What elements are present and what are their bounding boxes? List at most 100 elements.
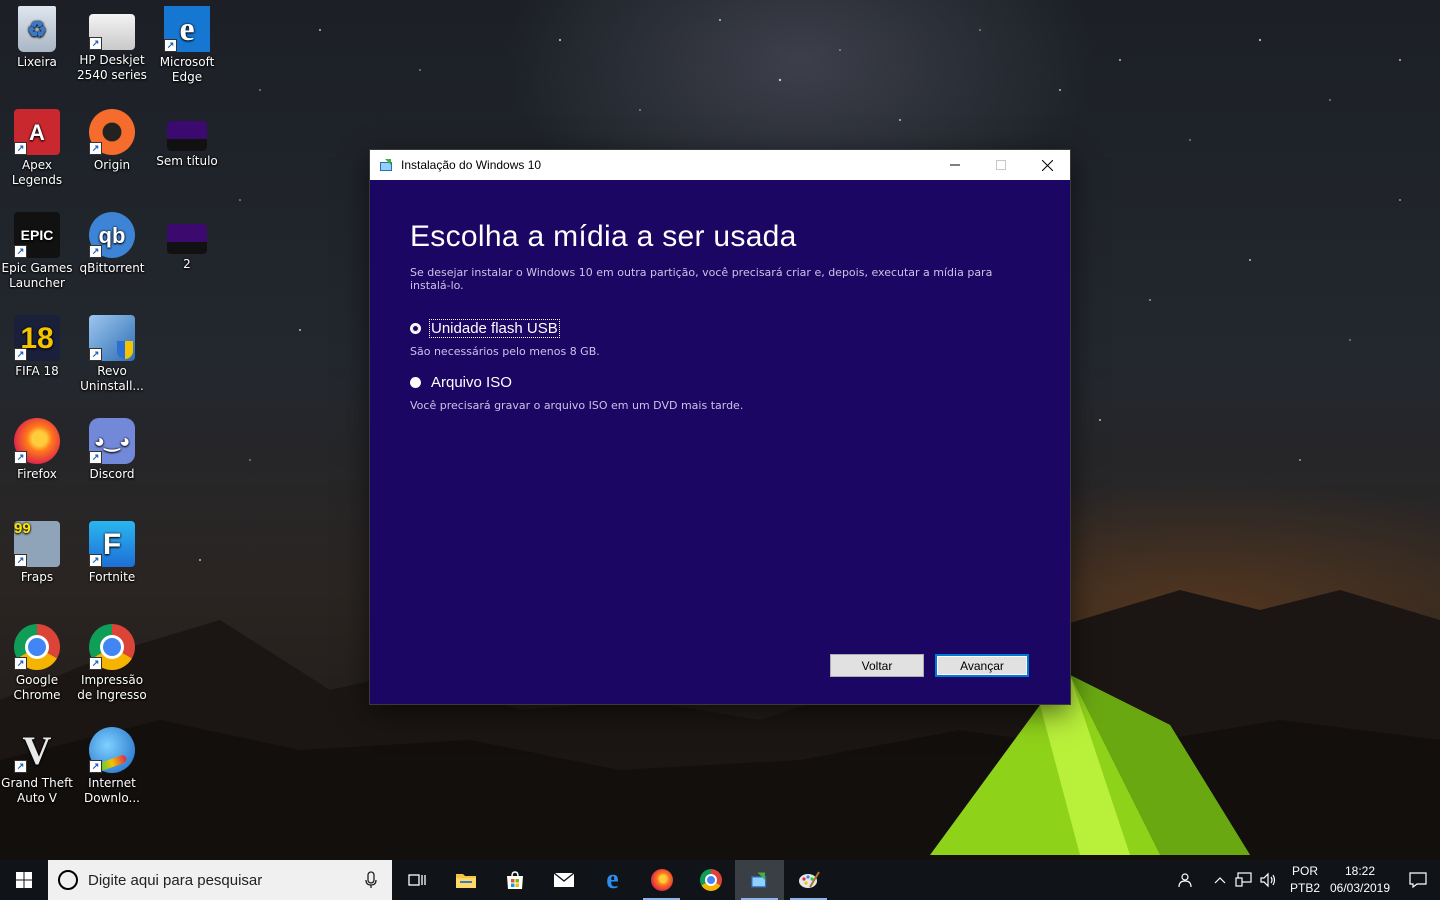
fortnite-icon: F ↗ bbox=[89, 521, 135, 567]
option-iso-description: Você precisará gravar o arquivo ISO em u… bbox=[410, 399, 744, 412]
taskbar-mail[interactable] bbox=[539, 860, 588, 900]
desktop-icon-discord[interactable]: ◕‿◕ ↗ Discord bbox=[75, 412, 149, 512]
desktop-icon-revo-uninstaller[interactable]: ↗ Revo Uninstall... bbox=[75, 309, 149, 409]
window-controls bbox=[932, 150, 1070, 180]
network-button[interactable] bbox=[1232, 860, 1256, 900]
search-placeholder: Digite aqui para pesquisar bbox=[88, 871, 263, 889]
desktop-icon-fifa-18[interactable]: 18 ↗ FIFA 18 bbox=[0, 309, 74, 409]
desktop-icon-gta-v[interactable]: V ↗ Grand Theft Auto V bbox=[0, 721, 74, 821]
dialog-content: Escolha a mídia a ser usada Se desejar i… bbox=[410, 220, 1030, 412]
input-language-indicator[interactable]: POR PTB2 bbox=[1286, 863, 1324, 897]
task-view-button[interactable] bbox=[392, 860, 441, 900]
dialog-titlebar[interactable]: Instalação do Windows 10 bbox=[370, 150, 1070, 180]
network-icon bbox=[1235, 872, 1252, 887]
fraps-icon: 99 ↗ bbox=[14, 521, 60, 567]
folder-icon bbox=[455, 874, 476, 888]
cortana-icon bbox=[58, 870, 78, 890]
shortcut-arrow-icon: ↗ bbox=[14, 657, 27, 670]
taskbar-file-explorer[interactable] bbox=[441, 860, 490, 900]
option-usb-flash-drive[interactable]: Unidade flash USB bbox=[410, 319, 1030, 338]
desktop-icon-epic-games[interactable]: EPIC ↗ Epic Games Launcher bbox=[0, 206, 74, 306]
taskbar-edge[interactable]: e bbox=[588, 860, 637, 900]
volume-button[interactable] bbox=[1256, 860, 1280, 900]
store-icon bbox=[506, 871, 523, 889]
firefox-icon bbox=[650, 869, 673, 891]
action-center-button[interactable] bbox=[1396, 860, 1440, 900]
taskbar: Digite aqui para pesquisar e POR PTB2 18… bbox=[0, 860, 1440, 900]
shortcut-arrow-icon: ↗ bbox=[89, 451, 102, 464]
shortcut-arrow-icon: ↗ bbox=[14, 245, 27, 258]
fifa-18-icon: 18 ↗ bbox=[14, 315, 60, 361]
taskbar-windows-setup[interactable] bbox=[735, 860, 784, 900]
desktop-icon-fortnite[interactable]: F ↗ Fortnite bbox=[75, 515, 149, 615]
windows-setup-icon bbox=[380, 159, 392, 171]
start-button[interactable] bbox=[0, 860, 48, 900]
discord-icon: ◕‿◕ ↗ bbox=[89, 418, 135, 464]
shortcut-arrow-icon: ↗ bbox=[89, 348, 102, 361]
mail-icon bbox=[553, 872, 574, 887]
clock-date: 06/03/2019 bbox=[1329, 881, 1391, 895]
close-button[interactable] bbox=[1024, 150, 1070, 180]
dialog-title: Instalação do Windows 10 bbox=[401, 158, 542, 172]
firefox-icon: ↗ bbox=[14, 418, 60, 464]
people-icon bbox=[1178, 873, 1192, 888]
desktop-icon-internet-download-manager[interactable]: ↗ Internet Downlo... bbox=[75, 721, 149, 821]
clock[interactable]: 18:22 06/03/2019 bbox=[1324, 863, 1396, 897]
desktop-icon-origin[interactable]: ↗ Origin bbox=[75, 103, 149, 203]
desktop-icon-hp-deskjet[interactable]: ↗ HP Deskjet 2540 series bbox=[75, 0, 149, 100]
desktop-icon-google-chrome[interactable]: ↗ Google Chrome bbox=[0, 618, 74, 718]
microphone-icon[interactable] bbox=[364, 871, 378, 889]
desktop-icon-qbittorrent[interactable]: qb ↗ qBittorrent bbox=[75, 206, 149, 306]
language-code: POR bbox=[1291, 864, 1318, 878]
desktop-icon-sem-titulo[interactable]: Sem título bbox=[150, 103, 224, 203]
windows-setup-dialog: Instalação do Windows 10 Escolha a mídia… bbox=[370, 150, 1070, 704]
shortcut-arrow-icon: ↗ bbox=[14, 142, 27, 155]
shortcut-arrow-icon: ↗ bbox=[14, 554, 27, 567]
desktop-icon-recycle-bin[interactable]: ♻ Lixeira bbox=[0, 0, 74, 100]
edge-icon: e ↗ bbox=[164, 6, 210, 52]
people-button[interactable] bbox=[1174, 860, 1198, 900]
minimize-button[interactable] bbox=[932, 150, 978, 180]
media-creation-tool-icon bbox=[167, 224, 207, 254]
option-iso-label[interactable]: Arquivo ISO bbox=[430, 374, 513, 391]
show-hidden-icons-button[interactable] bbox=[1208, 860, 1232, 900]
revo-uninstaller-icon: ↗ bbox=[89, 315, 135, 361]
dialog-heading: Escolha a mídia a ser usada bbox=[410, 220, 797, 253]
edge-icon: e bbox=[606, 864, 619, 895]
option-iso-file[interactable]: Arquivo ISO bbox=[410, 374, 1030, 391]
shortcut-arrow-icon: ↗ bbox=[89, 760, 102, 773]
printer-icon: ↗ bbox=[89, 14, 135, 50]
taskbar-microsoft-store[interactable] bbox=[490, 860, 539, 900]
desktop-icon-2[interactable]: 2 bbox=[150, 206, 224, 306]
taskbar-paint[interactable] bbox=[784, 860, 833, 900]
epic-games-icon: EPIC ↗ bbox=[14, 212, 60, 258]
gta-v-icon: V ↗ bbox=[14, 727, 60, 773]
chevron-up-icon bbox=[1214, 877, 1226, 884]
internet-download-manager-icon: ↗ bbox=[89, 727, 135, 773]
radio-iso-file[interactable] bbox=[410, 377, 421, 388]
desktop-icon-apex-legends[interactable]: A ↗ Apex Legends bbox=[0, 103, 74, 203]
desktop-icon-impressao-ingresso[interactable]: ↗ Impressão de Ingresso bbox=[75, 618, 149, 718]
back-button[interactable]: Voltar bbox=[830, 654, 924, 677]
shortcut-arrow-icon: ↗ bbox=[89, 142, 102, 155]
keyboard-layout: PTB2 bbox=[1289, 881, 1320, 895]
windows-setup-icon bbox=[750, 872, 766, 888]
taskbar-chrome[interactable] bbox=[686, 860, 735, 900]
paint-icon bbox=[798, 871, 820, 888]
desktop-icon-fraps[interactable]: 99 ↗ Fraps bbox=[0, 515, 74, 615]
taskbar-search-box[interactable]: Digite aqui para pesquisar bbox=[48, 860, 392, 900]
maximize-button[interactable] bbox=[978, 150, 1024, 180]
desktop-icon-firefox[interactable]: ↗ Firefox bbox=[0, 412, 74, 512]
shortcut-arrow-icon: ↗ bbox=[14, 451, 27, 464]
option-usb-label[interactable]: Unidade flash USB bbox=[429, 319, 560, 338]
radio-usb-flash-drive[interactable] bbox=[410, 323, 421, 334]
shortcut-arrow-icon: ↗ bbox=[14, 760, 27, 773]
taskbar-firefox[interactable] bbox=[637, 860, 686, 900]
shortcut-arrow-icon: ↗ bbox=[14, 348, 27, 361]
windows-logo-icon bbox=[16, 872, 32, 888]
chrome-icon: ↗ bbox=[14, 624, 60, 670]
speaker-icon bbox=[1260, 872, 1276, 888]
desktop-icon-microsoft-edge[interactable]: e ↗ Microsoft Edge bbox=[150, 0, 224, 100]
shortcut-arrow-icon: ↗ bbox=[164, 39, 177, 52]
next-button[interactable]: Avançar bbox=[935, 654, 1029, 677]
